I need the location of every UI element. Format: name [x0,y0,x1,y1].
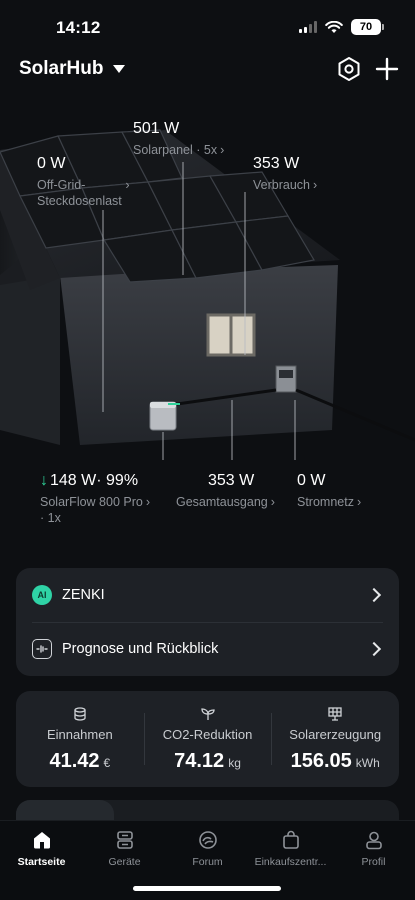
tab-home[interactable]: Startseite [0,829,83,868]
revenue-value: 41.42 [49,750,100,772]
zenki-row[interactable]: AI ZENKI [16,568,399,622]
app-header: SolarHub [0,52,415,88]
menu-card: AI ZENKI Prognose und Rückblick [16,568,399,676]
add-icon[interactable] [374,56,400,82]
consumption-label: Verbrauch [253,178,310,192]
chevron-right-icon: › [220,143,225,157]
solar-generation-stat[interactable]: Solarerzeugung 156.05 kWh [271,691,399,787]
consumption-metric[interactable]: 353 W Verbrauch › [253,155,317,193]
tab-profile[interactable]: Profil [332,829,415,868]
coins-icon [74,707,86,721]
offgrid-metric[interactable]: 0 W Off-Grid- › Steckdosenlast [37,155,130,209]
ai-icon: AI [32,585,52,605]
tab-forum[interactable]: Forum [166,829,249,868]
tab-shop[interactable]: Einkaufszentr... [249,829,332,868]
offgrid-label-line2: Steckdosenlast [37,194,122,208]
solar-generation-unit: kWh [355,756,380,770]
solar-panel-label: Solarpanel · 5x [133,143,218,157]
tab-devices[interactable]: Geräte [83,829,166,868]
solar-panel-icon [328,707,342,721]
energy-flow-illustration: 501 W Solarpanel · 5x › 0 W Off-Grid- › Ste… [0,100,415,550]
arrow-down-icon: ↓ [40,472,48,489]
offgrid-power-value: 0 W [37,155,66,172]
forecast-icon [32,639,52,659]
battery-device-label: SolarFlow 800 Pro [40,495,143,509]
chevron-right-icon: › [312,178,318,192]
battery-metric[interactable]: ↓ 148 W· 99% SolarFlow 800 Pro › · 1x [40,472,150,526]
revenue-unit: € [103,756,111,770]
consumption-value: 353 W [253,155,300,172]
home-indicator [133,886,281,891]
tab-profile-label: Profil [361,856,386,868]
co2-unit: kg [228,756,241,770]
chevron-right-icon: › [125,178,130,192]
grid-label: Stromnetz [297,495,354,509]
tab-home-label: Startseite [17,856,66,868]
chevron-right-icon [366,641,382,657]
grid-metric[interactable]: 0 W Stromnetz › [297,472,361,510]
forum-icon [198,831,217,849]
revenue-stat[interactable]: Einnahmen 41.42 € [16,691,144,787]
devices-icon [116,831,133,849]
output-label: Gesamtausgang [176,495,268,509]
forecast-row[interactable]: Prognose und Rückblick [16,622,399,676]
co2-label: CO2-Reduktion [162,727,253,742]
shopping-bag-icon [282,830,299,849]
battery-power-value: 148 W· 99% [50,472,139,489]
wifi-icon [325,20,343,33]
zenki-label: ZENKI [62,587,105,603]
tab-devices-label: Geräte [108,856,141,868]
home-icon [33,832,50,849]
chevron-right-icon: › [145,495,150,509]
sprout-icon [200,708,215,720]
chevron-right-icon: › [356,495,362,509]
tab-shop-label: Einkaufszentr... [254,856,327,868]
solar-generation-label: Solarerzeugung [289,727,382,742]
status-time: 14:12 [56,18,101,37]
solar-generation-value: 156.05 [290,750,352,772]
battery-count-label: · 1x [40,511,61,525]
app-title: SolarHub [19,58,104,79]
grid-value: 0 W [297,472,326,489]
output-metric[interactable]: 353 W Gesamtausgang › [176,472,275,510]
battery-icon: 70 [351,19,384,35]
chevron-right-icon: › [270,495,275,509]
caret-down-icon [113,65,126,73]
device-selector[interactable]: SolarHub [19,58,126,80]
status-bar: 14:12 70 [0,0,415,54]
cellular-signal-icon [299,21,317,33]
co2-stat[interactable]: CO2-Reduktion 74.12 kg [143,691,272,787]
co2-value: 74.12 [174,750,225,772]
tab-forum-label: Forum [192,856,223,868]
chevron-right-icon [366,587,382,603]
forecast-label: Prognose und Rückblick [62,641,219,657]
revenue-label: Einnahmen [46,727,113,742]
output-value: 353 W [208,472,255,489]
solar-panel-metric[interactable]: 501 W Solarpanel · 5x › [133,120,224,158]
solar-power-value: 501 W [133,120,180,137]
offgrid-label-line1: Off-Grid- [37,178,86,192]
stats-card: Einnahmen 41.42 € CO2-Reduktion 74.12 kg S… [16,691,399,787]
settings-icon[interactable] [336,56,362,82]
profile-icon [365,831,382,850]
